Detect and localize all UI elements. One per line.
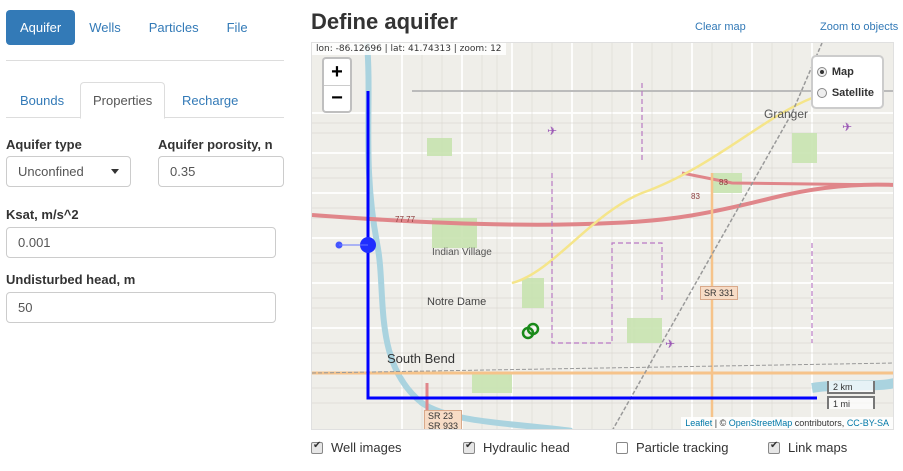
tab-aquifer[interactable]: Aquifer bbox=[6, 10, 76, 45]
layer-option-map[interactable]: Map bbox=[816, 61, 874, 82]
main-nav: Aquifer Wells Particles File bbox=[6, 10, 262, 45]
divider bbox=[6, 60, 284, 61]
tab-bounds[interactable]: Bounds bbox=[8, 82, 76, 118]
radio-selected-icon bbox=[816, 66, 827, 77]
layer-switcher: Map Satellite bbox=[810, 55, 884, 109]
porosity-input[interactable]: 0.35 bbox=[158, 156, 284, 187]
porosity-label: Aquifer porosity, n bbox=[158, 137, 273, 152]
zoom-in-button[interactable]: + bbox=[324, 59, 350, 85]
svg-text:✈: ✈ bbox=[547, 124, 557, 138]
aquifer-type-value: Unconfined bbox=[18, 164, 84, 179]
leaflet-link[interactable]: Leaflet bbox=[685, 418, 712, 428]
zoom-control: + − bbox=[322, 57, 352, 113]
checkbox-checked-icon[interactable] bbox=[311, 440, 323, 454]
caret-down-icon bbox=[111, 169, 119, 174]
layer-option-satellite[interactable]: Satellite bbox=[816, 82, 874, 103]
option-label: Hydraulic head bbox=[483, 440, 570, 455]
place-label-granger: Granger bbox=[764, 107, 809, 121]
zoom-out-button[interactable]: − bbox=[324, 85, 350, 111]
aquifer-type-label: Aquifer type bbox=[6, 137, 82, 152]
road-label-83a: 83 bbox=[691, 192, 700, 201]
ksat-label: Ksat, m/s^2 bbox=[6, 207, 79, 222]
osm-link[interactable]: OpenStreetMap bbox=[729, 418, 793, 428]
zoom-to-objects-link[interactable]: Zoom to objects bbox=[820, 21, 898, 33]
scale-mi: 1 mi bbox=[827, 396, 875, 409]
scale-km: 2 km bbox=[827, 381, 875, 394]
ksat-input[interactable]: 0.001 bbox=[6, 227, 276, 258]
checkbox-unchecked-icon[interactable] bbox=[616, 441, 628, 454]
place-label-indian-village: Indian Village bbox=[432, 247, 492, 258]
license-link[interactable]: CC-BY-SA bbox=[847, 418, 889, 428]
ksat-value: 0.001 bbox=[18, 235, 51, 250]
road-label-77: 77 77 bbox=[395, 215, 416, 224]
head-label: Undisturbed head, m bbox=[6, 272, 136, 287]
option-label: Well images bbox=[331, 440, 402, 455]
place-label-notre-dame: Notre Dame bbox=[427, 296, 487, 308]
radio-empty-icon bbox=[816, 87, 827, 98]
map-view[interactable]: ✈ ✈ ✈ Granger Indian Village Notre Dame … bbox=[311, 42, 894, 430]
svg-text:✈: ✈ bbox=[665, 337, 675, 351]
tab-properties[interactable]: Properties bbox=[80, 82, 166, 119]
well-marker[interactable] bbox=[521, 322, 540, 340]
layer-label-map: Map bbox=[831, 65, 854, 78]
road-shield-sr331: SR 331 bbox=[700, 286, 739, 300]
option-well-images[interactable]: Well images bbox=[311, 440, 402, 455]
map-tiles: ✈ ✈ ✈ bbox=[312, 43, 893, 429]
tab-particles[interactable]: Particles bbox=[135, 10, 213, 45]
option-link-maps[interactable]: Link maps bbox=[768, 440, 847, 455]
road-shield-sr23-text: SR 23 bbox=[428, 411, 454, 421]
option-label: Link maps bbox=[788, 440, 848, 455]
clear-map-link[interactable]: Clear map bbox=[695, 21, 746, 33]
place-label-south-bend: South Bend bbox=[387, 351, 455, 366]
tab-file[interactable]: File bbox=[213, 10, 262, 45]
tab-wells[interactable]: Wells bbox=[75, 10, 135, 45]
attribution-contributors: contributors, bbox=[792, 418, 847, 428]
scale-bar: 2 km 1 mi bbox=[827, 381, 875, 411]
layer-label-satellite: Satellite bbox=[831, 86, 874, 99]
checkbox-checked-icon[interactable] bbox=[768, 440, 780, 454]
option-hydraulic-head[interactable]: Hydraulic head bbox=[463, 440, 570, 455]
option-label: Particle tracking bbox=[636, 440, 729, 455]
head-input[interactable]: 50 bbox=[6, 292, 276, 323]
attribution-separator: | © bbox=[712, 418, 729, 428]
aquifer-type-select[interactable]: Unconfined bbox=[6, 156, 131, 187]
map-attribution: Leaflet | © OpenStreetMap contributors, … bbox=[681, 417, 893, 429]
road-shield-sr23: SR 23 SR 933 bbox=[424, 410, 463, 430]
tab-recharge[interactable]: Recharge bbox=[170, 82, 250, 118]
checkbox-checked-icon[interactable] bbox=[463, 440, 475, 454]
option-particle-tracking[interactable]: Particle tracking bbox=[616, 440, 728, 455]
head-value: 50 bbox=[18, 300, 33, 315]
road-shield-sr933-text: SR 933 bbox=[428, 421, 459, 430]
road-label-83b: 83 bbox=[719, 178, 728, 187]
porosity-value: 0.35 bbox=[170, 164, 196, 179]
map-coordinates: lon: -86.12696 | lat: 41.74313 | zoom: 1… bbox=[312, 43, 506, 55]
page-title: Define aquifer bbox=[311, 9, 458, 34]
subtab-bar: Bounds Properties Recharge bbox=[6, 82, 284, 119]
svg-text:✈: ✈ bbox=[842, 120, 852, 134]
